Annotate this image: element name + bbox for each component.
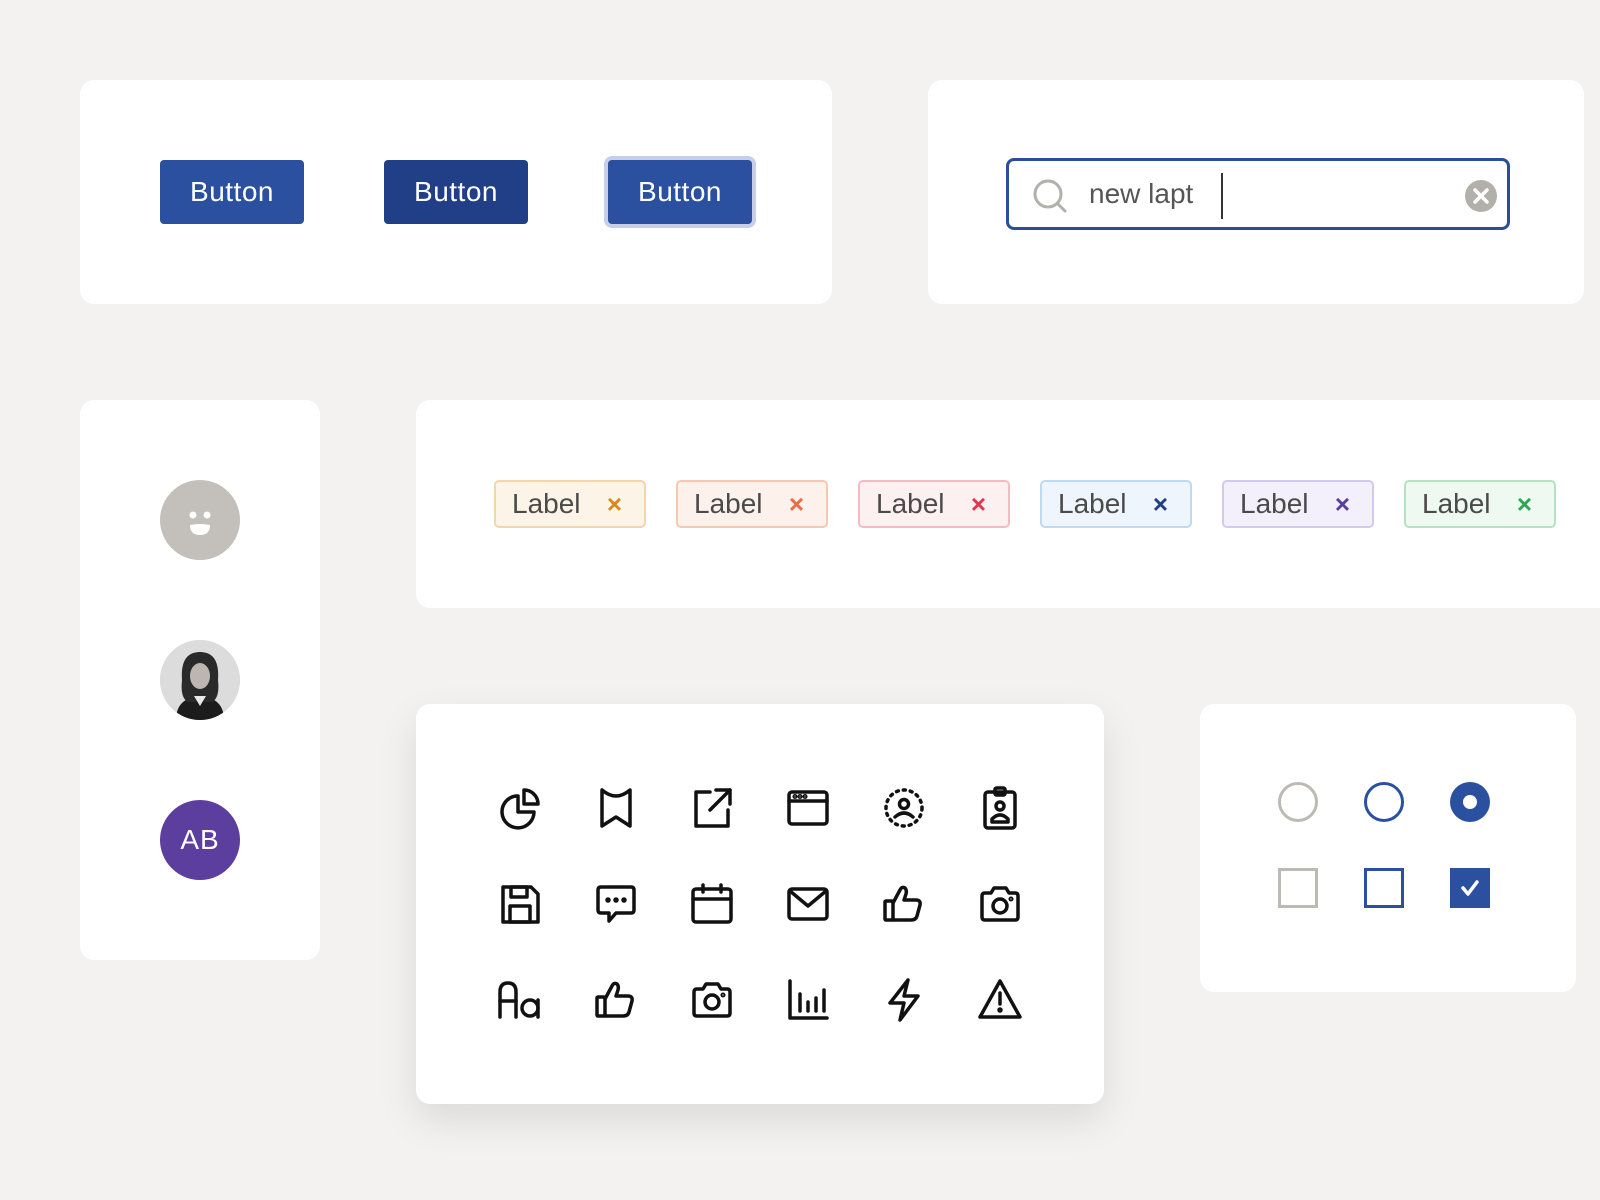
user-photo-icon — [160, 640, 240, 720]
chip-label: Label — [512, 488, 581, 519]
radio-disabled[interactable] — [1278, 782, 1318, 822]
thumbs-up-icon — [592, 976, 640, 1024]
checkbox-unchecked[interactable] — [1364, 868, 1404, 908]
search-input[interactable] — [1089, 171, 1459, 217]
labels-card: Label × Label × Label × Label × Label × Label × — [416, 400, 1600, 608]
primary-button-hover[interactable]: Button — [384, 160, 528, 224]
close-icon[interactable]: × — [971, 491, 986, 517]
close-icon[interactable]: × — [1153, 491, 1168, 517]
chip-label: Label — [1422, 488, 1491, 519]
checkbox-disabled[interactable] — [1278, 868, 1318, 908]
radio-checked[interactable] — [1450, 782, 1490, 822]
warning-triangle-icon — [976, 976, 1024, 1024]
text-caret — [1221, 173, 1223, 219]
radio-unchecked[interactable] — [1364, 782, 1404, 822]
camera-icon — [976, 880, 1024, 928]
close-icon[interactable]: × — [1335, 491, 1350, 517]
label-chip: Label × — [1222, 480, 1374, 528]
radio-dot — [1463, 795, 1477, 809]
selection-controls-card — [1200, 704, 1576, 992]
smiley-face-icon — [189, 511, 211, 535]
close-icon[interactable]: × — [789, 491, 804, 517]
id-badge-icon — [976, 784, 1024, 832]
bar-chart-icon — [784, 976, 832, 1024]
external-link-icon — [688, 784, 736, 832]
calendar-icon — [688, 880, 736, 928]
clear-circle-icon[interactable] — [1464, 179, 1498, 213]
pie-chart-icon — [496, 784, 544, 832]
search-card — [928, 80, 1584, 304]
primary-button-default[interactable]: Button — [160, 160, 304, 224]
avatars-card: AB — [80, 400, 320, 960]
chip-label: Label — [1058, 488, 1127, 519]
avatar-initials[interactable]: AB — [160, 800, 240, 880]
thumbs-up-icon — [880, 880, 928, 928]
primary-button-focused[interactable]: Button — [608, 160, 752, 224]
close-icon[interactable]: × — [1517, 491, 1532, 517]
camera-icon — [688, 976, 736, 1024]
user-dashed-circle-icon — [880, 784, 928, 832]
chip-label: Label — [694, 488, 763, 519]
close-icon[interactable]: × — [607, 491, 622, 517]
mail-icon — [784, 880, 832, 928]
label-chip: Label × — [676, 480, 828, 528]
chat-bubble-icon — [592, 880, 640, 928]
icons-card — [416, 704, 1104, 1104]
buttons-card: Button Button Button — [80, 80, 832, 304]
label-chip: Label × — [494, 480, 646, 528]
chip-label: Label — [1240, 488, 1309, 519]
chip-label: Label — [876, 488, 945, 519]
lightning-icon — [880, 976, 928, 1024]
search-field[interactable] — [1006, 158, 1510, 230]
label-chip: Label × — [858, 480, 1010, 528]
avatar-photo[interactable] — [160, 640, 240, 720]
label-chip: Label × — [1040, 480, 1192, 528]
checkbox-checked[interactable] — [1450, 868, 1490, 908]
save-floppy-icon — [496, 880, 544, 928]
bookmark-icon — [592, 784, 640, 832]
avatar-placeholder[interactable] — [160, 480, 240, 560]
label-chip: Label × — [1404, 480, 1556, 528]
browser-window-icon — [784, 784, 832, 832]
checkmark-icon — [1461, 880, 1479, 896]
search-icon — [1033, 179, 1067, 213]
text-font-icon — [496, 976, 544, 1024]
